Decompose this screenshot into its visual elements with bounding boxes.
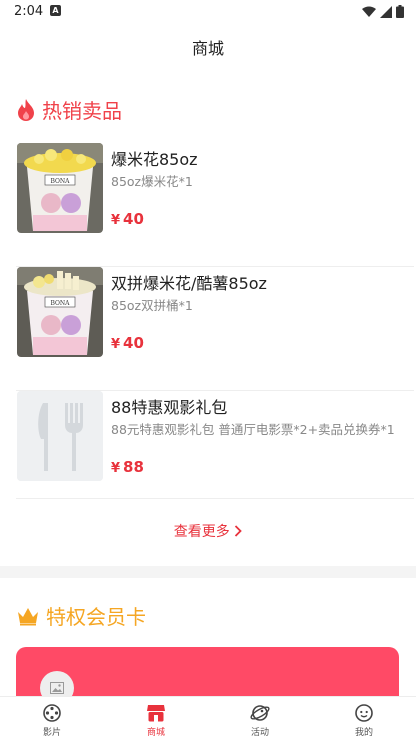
tab-label: 影片 xyxy=(42,728,61,738)
price-symbol: ¥ xyxy=(111,337,121,352)
crown-icon xyxy=(18,607,38,625)
price-value: 40 xyxy=(123,334,144,352)
status-bar: 2:04 A xyxy=(0,0,416,24)
vip-section-header: 特权会员卡 xyxy=(16,601,146,630)
shop-icon xyxy=(147,705,165,722)
product-price: ¥88 xyxy=(111,457,144,476)
svg-text:BONA: BONA xyxy=(50,300,70,307)
nav-bar: 商城 xyxy=(0,24,416,74)
see-more-label: 查看更多 xyxy=(173,524,230,540)
tab-profile[interactable]: 我的 xyxy=(312,697,416,741)
product-desc: 85oz双拼桶*1 xyxy=(111,298,193,313)
image-placeholder-icon xyxy=(50,682,64,694)
product-item[interactable]: BONA 爆米花85oz 85oz爆米花*1 ¥40 xyxy=(16,143,414,267)
price-symbol: ¥ xyxy=(111,461,121,476)
product-item[interactable]: BONA 双拼爆米花/酷薯85oz 85oz双拼桶*1 ¥40 xyxy=(16,267,414,391)
tab-label: 活动 xyxy=(250,728,269,738)
product-desc: 85oz爆米花*1 xyxy=(111,174,193,189)
tab-label: 商城 xyxy=(146,728,165,738)
signal-icon xyxy=(380,5,392,18)
battery-icon xyxy=(396,5,404,18)
see-more-link[interactable]: 查看更多 xyxy=(0,521,416,541)
product-price: ¥40 xyxy=(111,333,144,352)
tab-films[interactable]: 影片 xyxy=(0,697,104,741)
fork-knife-placeholder-icon xyxy=(17,391,103,481)
product-name: 爆米花85oz xyxy=(111,150,198,169)
product-name: 双拼爆米花/酷薯85oz xyxy=(111,274,267,293)
chevron-right-icon xyxy=(235,525,242,537)
status-indicators xyxy=(362,5,404,18)
profile-icon xyxy=(355,704,373,722)
price-value: 88 xyxy=(123,458,144,476)
tab-label: 我的 xyxy=(354,728,373,738)
price-symbol: ¥ xyxy=(111,213,121,228)
product-price: ¥40 xyxy=(111,209,144,228)
page-title: 商城 xyxy=(191,39,224,58)
hot-section-title: 热销卖品 xyxy=(42,99,122,123)
wifi-icon xyxy=(362,6,376,17)
price-value: 40 xyxy=(123,210,144,228)
vip-section-title: 特权会员卡 xyxy=(46,605,146,629)
activity-icon xyxy=(250,705,270,721)
film-reel-icon xyxy=(43,704,61,722)
svg-text:BONA: BONA xyxy=(50,178,70,185)
product-desc: 88元特惠观影礼包 普通厅电影票*2+卖品兑换券*1 xyxy=(111,422,395,437)
product-name: 88特惠观影礼包 xyxy=(111,398,228,417)
popcorn-bucket-image: BONA xyxy=(17,143,103,233)
status-time: 2:04 xyxy=(14,4,44,19)
notification-app-icon: A xyxy=(50,5,61,16)
flame-icon xyxy=(18,98,34,121)
tab-shop[interactable]: 商城 xyxy=(104,697,208,741)
tab-activities[interactable]: 活动 xyxy=(208,697,312,741)
fries-popcorn-bucket-image: BONA xyxy=(17,267,103,357)
product-item[interactable]: 88特惠观影礼包 88元特惠观影礼包 普通厅电影票*2+卖品兑换券*1 ¥88 xyxy=(16,391,414,499)
section-divider xyxy=(0,566,416,578)
hot-section-header: 热销卖品 xyxy=(16,95,122,124)
bottom-tab-bar: 影片 商城 活动 我的 xyxy=(0,696,416,741)
